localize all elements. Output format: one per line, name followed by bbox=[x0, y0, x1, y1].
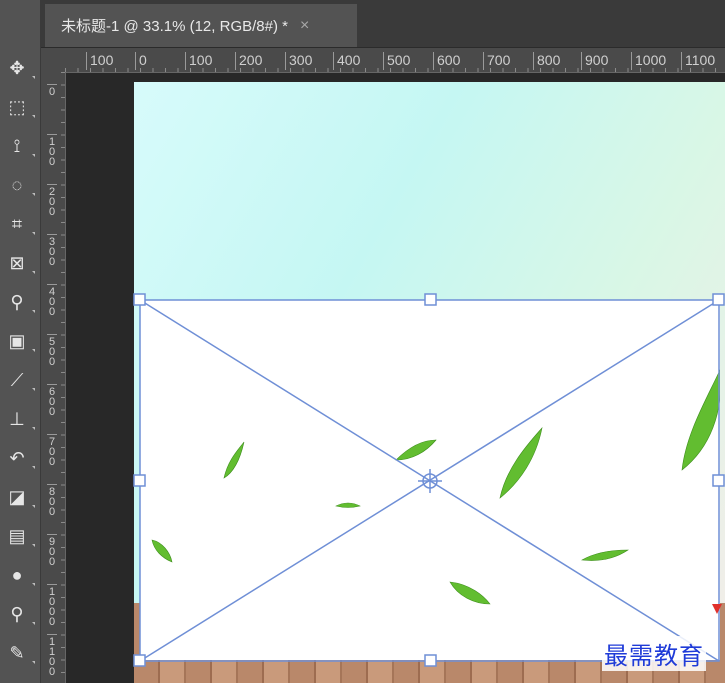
transform-handle-middle-right bbox=[712, 474, 725, 487]
transform-handle-top-right bbox=[712, 293, 725, 306]
watermark: 最需教育 bbox=[602, 636, 706, 671]
red-marker-icon bbox=[712, 604, 722, 614]
transform-handle-bottom-center bbox=[424, 654, 437, 667]
transform-handle-middle-left bbox=[133, 474, 146, 487]
transform-handle-bottom-left bbox=[133, 654, 146, 667]
transform-handle-top-center bbox=[424, 293, 437, 306]
transform-handle-top-left bbox=[133, 293, 146, 306]
free-transform-overlay bbox=[133, 293, 725, 667]
reference-point-icon bbox=[418, 469, 442, 493]
